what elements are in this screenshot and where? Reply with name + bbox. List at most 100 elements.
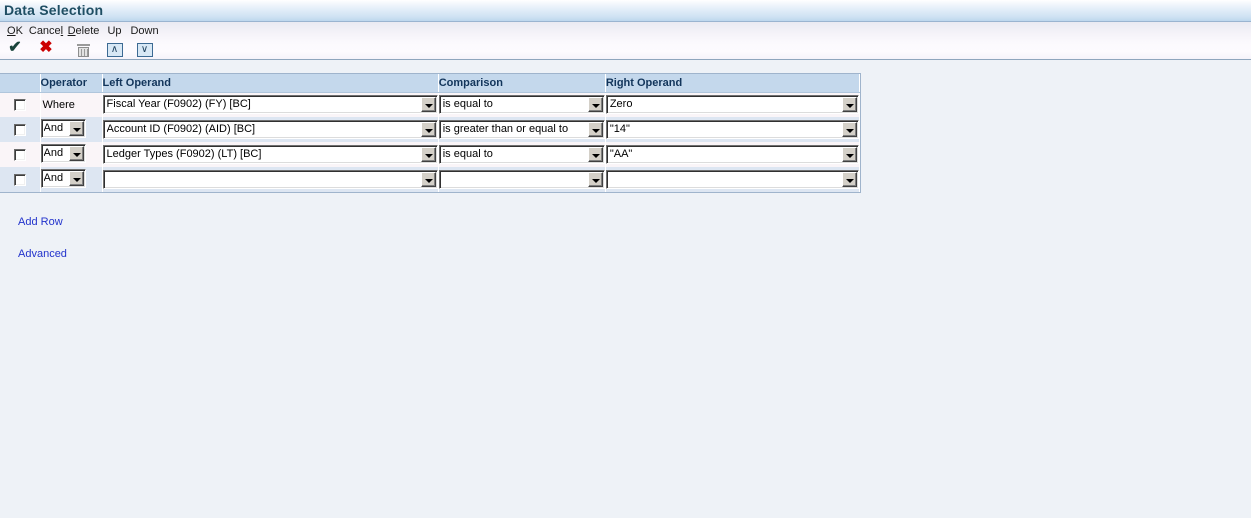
left-operand-value: Fiscal Year (F0902) (FY) [BC]: [106, 98, 251, 111]
operator-label: Where: [42, 98, 75, 111]
chevron-down-icon[interactable]: [842, 97, 857, 113]
row-select-cell[interactable]: [0, 142, 41, 167]
chevron-down-icon[interactable]: [68, 170, 84, 186]
right-operand-value: "AA": [609, 148, 633, 160]
right-operand-cell[interactable]: "14": [605, 117, 861, 142]
comparison-cell[interactable]: [438, 167, 606, 192]
comparison-cell[interactable]: is equal to: [438, 92, 606, 117]
right-operand-dropdown[interactable]: [605, 170, 859, 189]
left-operand-cell[interactable]: Account ID (F0902) (AID) [BC]: [102, 117, 439, 142]
trash-icon: [67, 40, 100, 57]
comparison-dropdown[interactable]: is equal to: [438, 95, 605, 115]
chevron-down-icon[interactable]: [842, 122, 857, 137]
operator-cell[interactable]: And: [40, 142, 103, 167]
table-row: Where Fiscal Year (F0902) (FY) [BC] is e…: [0, 92, 861, 117]
up-button-label: Up: [107, 25, 122, 37]
operator-value: And: [43, 121, 64, 134]
left-operand-cell[interactable]: Fiscal Year (F0902) (FY) [BC]: [102, 92, 439, 117]
right-operand-value: Zero: [609, 98, 633, 111]
criteria-table: Operator Left Operand Comparison Right O…: [0, 74, 861, 192]
add-row-link[interactable]: Add Row: [18, 216, 63, 228]
table-row: And: [0, 167, 861, 192]
operator-dropdown[interactable]: And: [40, 143, 86, 163]
column-header-right-operand: Right Operand: [605, 74, 861, 93]
operator-cell: Where: [40, 92, 103, 117]
row-select-cell[interactable]: [0, 117, 41, 142]
comparison-dropdown[interactable]: is greater than or equal to: [438, 120, 605, 139]
right-operand-dropdown[interactable]: "AA": [605, 145, 859, 164]
chevron-down-icon[interactable]: [587, 172, 603, 187]
window-title-bar: Data Selection: [0, 0, 1251, 22]
comparison-value: is equal to: [442, 148, 493, 160]
left-operand-cell[interactable]: Ledger Types (F0902) (LT) [BC]: [102, 142, 439, 167]
delete-button-label: Delete: [67, 25, 100, 37]
column-header-select: [0, 74, 41, 93]
comparison-dropdown[interactable]: [438, 170, 605, 189]
left-operand-dropdown[interactable]: Account ID (F0902) (AID) [BC]: [102, 120, 438, 139]
right-operand-cell[interactable]: Zero: [605, 92, 861, 117]
ok-button[interactable]: OK ✔: [4, 25, 26, 56]
operator-cell[interactable]: And: [40, 167, 103, 192]
criteria-table-body: Where Fiscal Year (F0902) (FY) [BC] is e…: [0, 92, 861, 192]
operator-dropdown[interactable]: And: [40, 118, 86, 138]
x-icon: ✖: [39, 39, 53, 56]
data-selection-grid: Operator Left Operand Comparison Right O…: [0, 73, 861, 193]
left-operand-cell[interactable]: [102, 167, 439, 192]
chevron-down-icon: ∨: [129, 40, 160, 57]
chevron-down-icon[interactable]: [68, 145, 84, 161]
left-operand-value: Account ID (F0902) (AID) [BC]: [106, 123, 256, 135]
operator-cell[interactable]: And: [40, 117, 103, 142]
down-button[interactable]: Down ∨: [129, 25, 160, 57]
left-operand-dropdown[interactable]: Fiscal Year (F0902) (FY) [BC]: [102, 95, 438, 115]
operator-value: And: [43, 146, 64, 159]
column-header-comparison: Comparison: [438, 74, 606, 93]
operator-dropdown[interactable]: And: [40, 168, 86, 188]
chevron-down-icon[interactable]: [420, 172, 436, 187]
chevron-down-icon[interactable]: [420, 122, 436, 137]
ok-button-label: OK: [7, 25, 23, 37]
page-title: Data Selection: [4, 2, 104, 18]
chevron-down-icon[interactable]: [68, 120, 84, 136]
row-select-cell[interactable]: [0, 92, 41, 117]
chevron-up-icon: ∧: [105, 40, 124, 57]
comparison-cell[interactable]: is greater than or equal to: [438, 117, 606, 142]
row-checkbox[interactable]: [13, 123, 26, 136]
chevron-down-icon[interactable]: [587, 97, 603, 113]
comparison-dropdown[interactable]: is equal to: [438, 145, 605, 164]
row-checkbox[interactable]: [13, 98, 26, 111]
column-header-operator: Operator: [40, 74, 103, 93]
cancel-button-label: Cancel: [28, 25, 64, 37]
operator-value: And: [43, 171, 64, 184]
advanced-link[interactable]: Advanced: [18, 248, 67, 260]
right-operand-dropdown[interactable]: Zero: [605, 95, 859, 115]
left-operand-dropdown[interactable]: Ledger Types (F0902) (LT) [BC]: [102, 145, 438, 164]
right-operand-cell[interactable]: "AA": [605, 142, 861, 167]
row-select-cell[interactable]: [0, 167, 41, 192]
comparison-cell[interactable]: is equal to: [438, 142, 606, 167]
check-icon: ✔: [8, 39, 22, 56]
up-button[interactable]: Up ∧: [105, 25, 124, 57]
left-operand-value: Ledger Types (F0902) (LT) [BC]: [106, 148, 262, 160]
right-operand-dropdown[interactable]: "14": [605, 120, 859, 139]
right-operand-value: "14": [609, 123, 630, 135]
table-header-row: Operator Left Operand Comparison Right O…: [0, 74, 861, 93]
comparison-value: is equal to: [442, 98, 493, 111]
table-row: And Ledger Types (F0902) (LT) [BC] is eq…: [0, 142, 861, 167]
down-button-label: Down: [130, 25, 159, 37]
chevron-down-icon[interactable]: [842, 147, 857, 162]
chevron-down-icon[interactable]: [587, 147, 603, 162]
column-header-left-operand: Left Operand: [102, 74, 439, 93]
cancel-button[interactable]: Cancel ✖: [28, 25, 64, 56]
delete-button[interactable]: Delete: [67, 25, 100, 57]
row-checkbox[interactable]: [13, 148, 26, 161]
chevron-down-icon[interactable]: [420, 97, 436, 113]
chevron-down-icon[interactable]: [420, 147, 436, 162]
table-row: And Account ID (F0902) (AID) [BC] is gre…: [0, 117, 861, 142]
row-checkbox[interactable]: [13, 173, 26, 186]
left-operand-dropdown[interactable]: [102, 170, 438, 189]
chevron-down-icon[interactable]: [842, 172, 857, 187]
chevron-down-icon[interactable]: [587, 122, 603, 137]
comparison-value: is greater than or equal to: [442, 123, 569, 135]
toolbar: OK ✔ Cancel ✖ Delete Up ∧ Down ∨: [0, 22, 1251, 60]
right-operand-cell[interactable]: [605, 167, 861, 192]
